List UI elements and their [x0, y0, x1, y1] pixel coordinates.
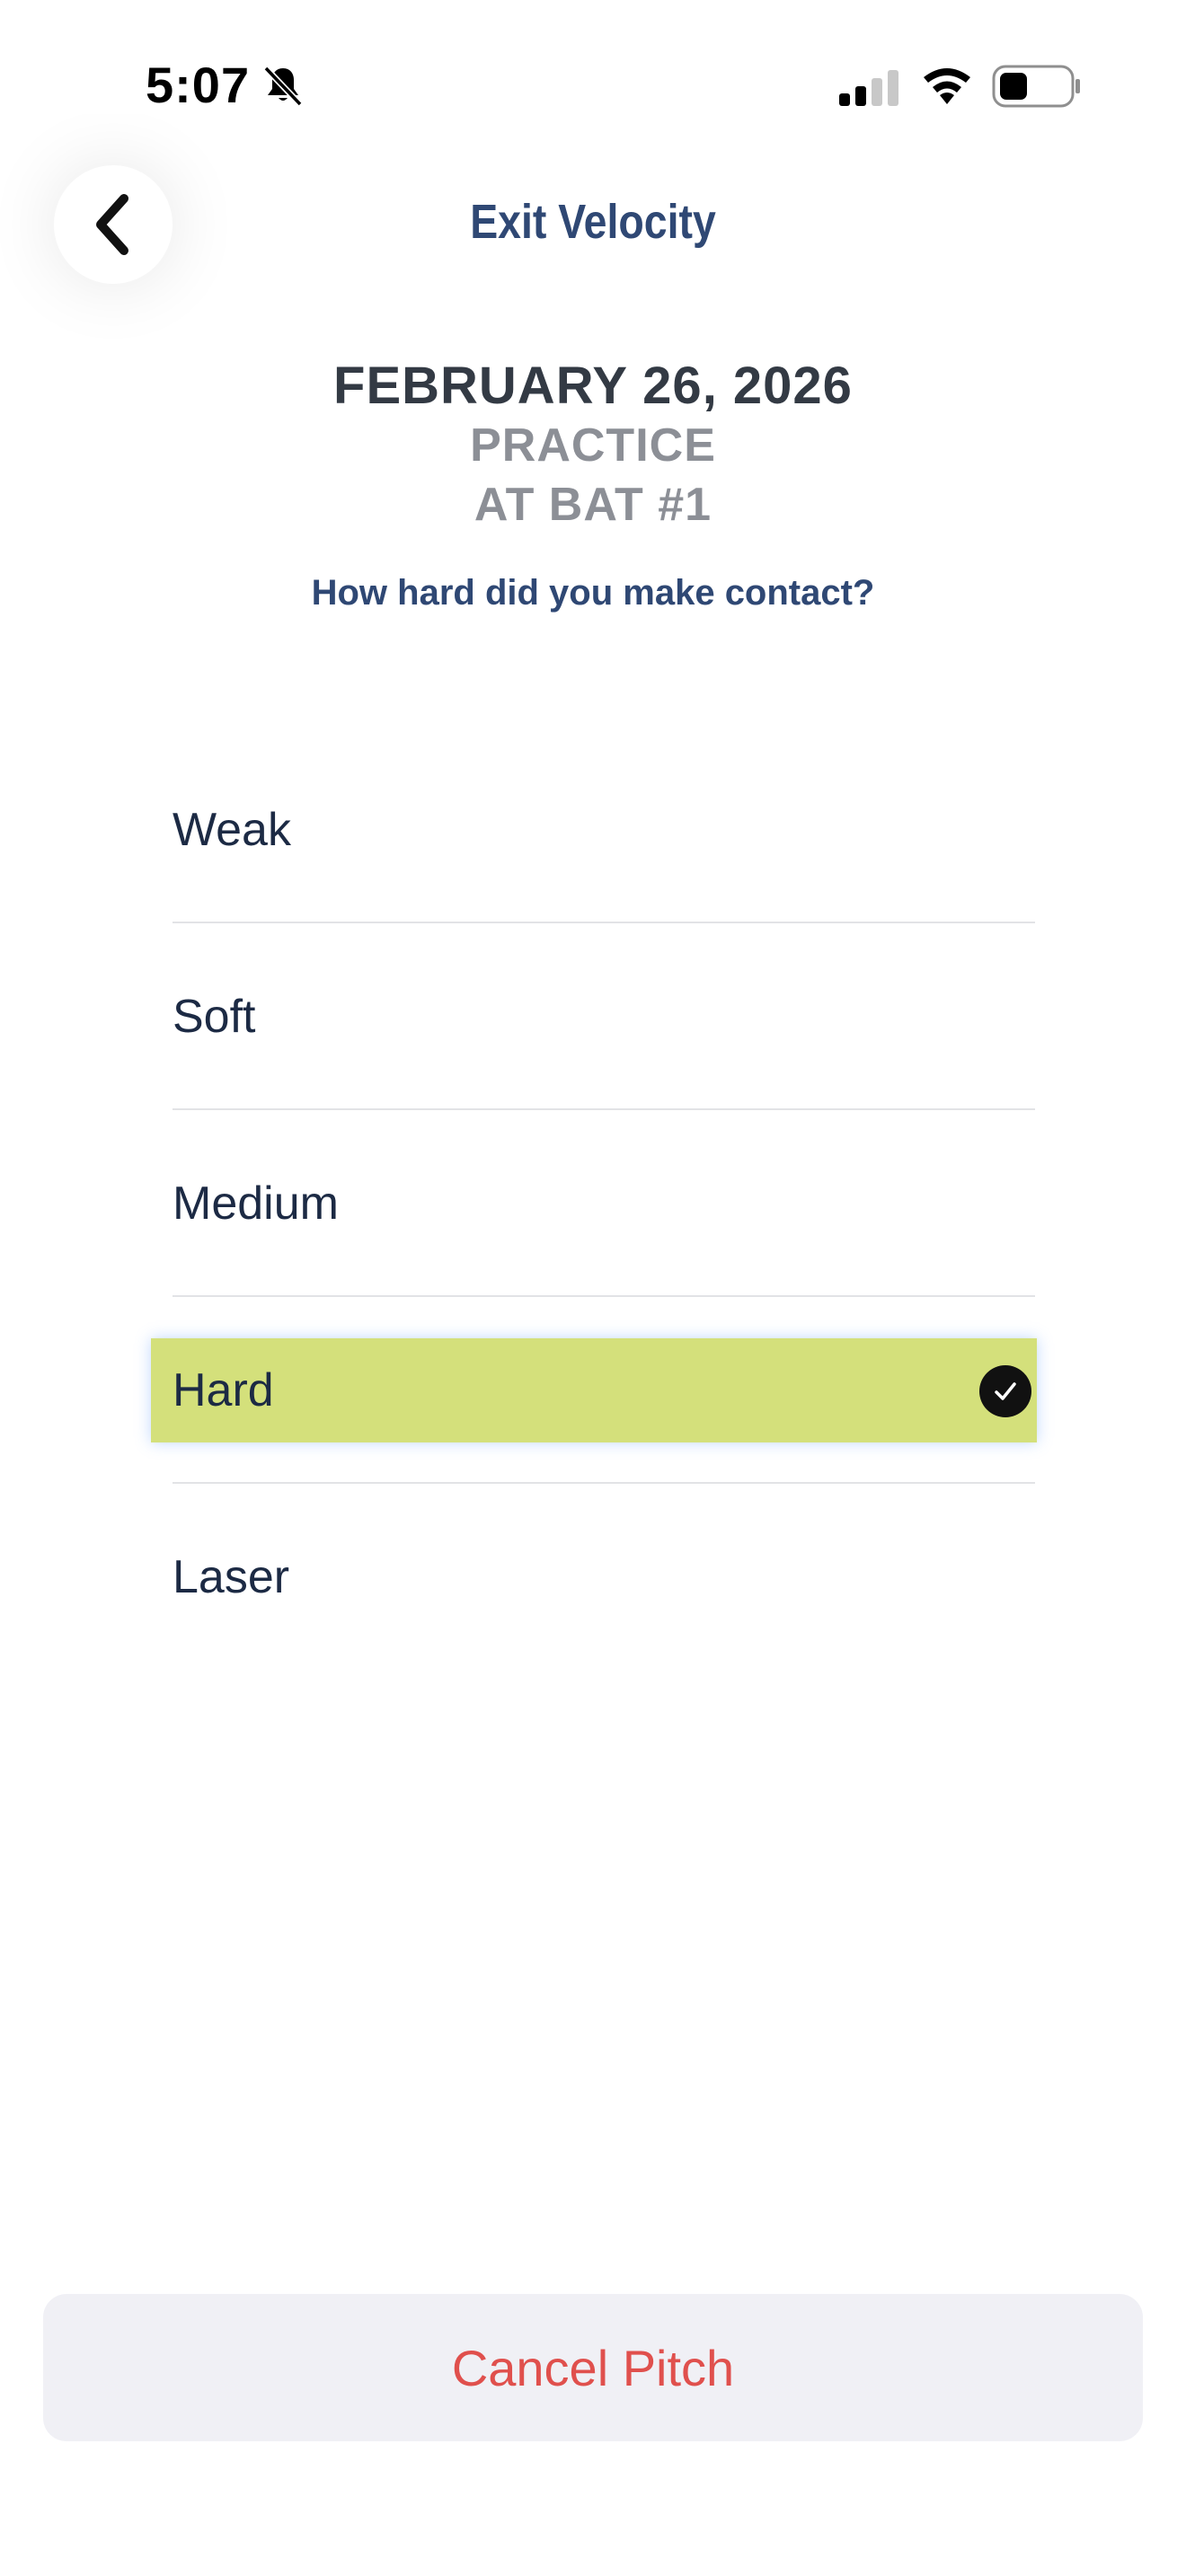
battery-icon: [992, 65, 1080, 108]
session-type-label: PRACTICE: [470, 419, 716, 472]
option-weak[interactable]: Weak: [151, 778, 1037, 882]
option-label: Weak: [173, 804, 291, 856]
divider: [173, 1482, 1035, 1484]
cancel-pitch-button[interactable]: Cancel Pitch: [43, 2294, 1143, 2441]
option-soft[interactable]: Soft: [151, 965, 1037, 1069]
cellular-signal-icon: [839, 70, 898, 106]
date-label: FEBRUARY 26, 2026: [333, 357, 853, 415]
option-label: Hard: [173, 1364, 274, 1416]
divider: [173, 1108, 1035, 1110]
page-title: Exit Velocity: [470, 195, 716, 249]
divider: [173, 1295, 1035, 1297]
option-medium[interactable]: Medium: [151, 1151, 1037, 1256]
option-label: Soft: [173, 991, 256, 1043]
option-laser[interactable]: Laser: [151, 1525, 1037, 1629]
at-bat-label: AT BAT #1: [474, 479, 712, 531]
wifi-icon: [924, 68, 970, 104]
option-hard[interactable]: Hard: [151, 1338, 1037, 1442]
checkmark-icon: [979, 1365, 1031, 1417]
status-time: 5:07: [146, 57, 251, 113]
option-label: Medium: [173, 1178, 339, 1230]
divider: [173, 922, 1035, 923]
bell-slash-icon: [263, 66, 303, 107]
option-label: Laser: [173, 1551, 290, 1603]
question-prompt: How hard did you make contact?: [311, 573, 875, 613]
